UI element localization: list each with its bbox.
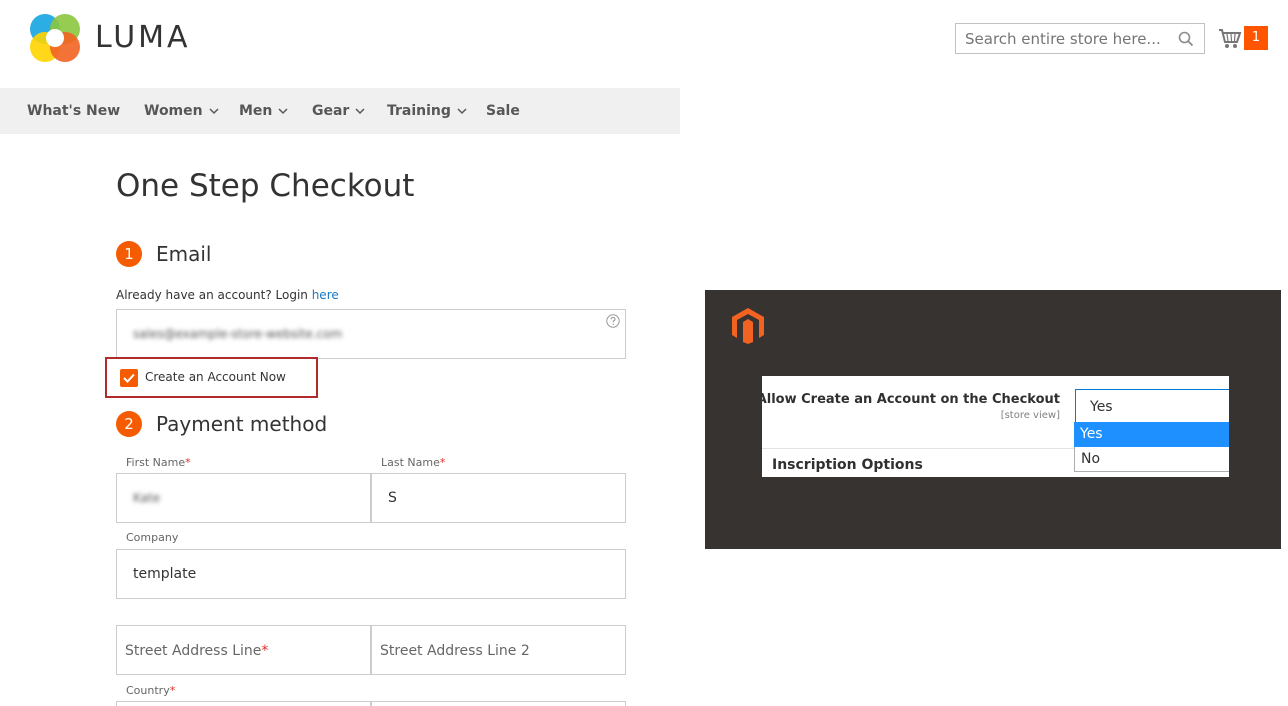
step-badge: 2 (116, 411, 142, 437)
scope-label: [store view] (1000, 410, 1060, 421)
last-name-value: S (388, 490, 397, 506)
cart-count-badge[interactable]: 1 (1244, 26, 1268, 50)
street-line-1-field[interactable]: Street Address Line* (116, 625, 371, 675)
main-nav: What's New Women Men Gear Training Sale (0, 88, 680, 134)
last-name-label-text: Last Name (381, 456, 440, 469)
create-account-label[interactable]: Create an Account Now (145, 370, 286, 384)
admin-config-panel: Allow Create an Account on the Checkout … (705, 290, 1281, 549)
nav-item-label: Women (144, 103, 203, 119)
street-line-2-field[interactable]: Street Address Line 2 (371, 625, 626, 675)
chevron-down-icon (209, 108, 219, 115)
admin-config-card: Allow Create an Account on the Checkout … (762, 376, 1229, 477)
nav-item-women[interactable]: Women (144, 103, 219, 119)
chevron-down-icon (355, 108, 365, 115)
help-icon[interactable] (606, 314, 620, 328)
nav-item-label: Training (387, 103, 451, 119)
selected-value: Yes (1090, 399, 1113, 415)
nav-item-label: Sale (486, 103, 520, 119)
nav-item-gear[interactable]: Gear (312, 103, 365, 119)
option-yes[interactable]: Yes (1074, 422, 1229, 447)
country-field[interactable] (116, 701, 371, 706)
allow-create-account-label: Allow Create an Account on the Checkout (762, 392, 1060, 407)
logo-text[interactable]: LUMA (95, 20, 191, 55)
chevron-down-icon (278, 108, 288, 115)
required-mark: * (261, 643, 269, 659)
required-mark: * (185, 456, 191, 469)
luma-logo-icon[interactable] (28, 12, 82, 64)
nav-item-training[interactable]: Training (387, 103, 467, 119)
last-name-label: Last Name* (381, 456, 445, 469)
email-field[interactable]: sales@example-store-website.com (116, 309, 626, 359)
email-value: sales@example-store-website.com (133, 327, 343, 341)
required-mark: * (439, 456, 446, 469)
checkmark-icon (123, 373, 135, 383)
first-name-label: First Name* (126, 456, 191, 469)
region-field[interactable] (371, 701, 626, 706)
nav-item-label: Gear (312, 103, 350, 119)
search-box[interactable] (955, 23, 1205, 54)
street-line-1-text: Street Address Line (125, 643, 262, 659)
site-header: LUMA 1 (0, 0, 1288, 88)
section-heading[interactable]: Inscription Options (772, 457, 923, 473)
nav-item-men[interactable]: Men (239, 103, 288, 119)
login-prompt-text: Already have an account? Login (116, 288, 312, 302)
first-name-label-text: First Name (126, 456, 186, 469)
login-prompt: Already have an account? Login here (116, 288, 339, 302)
option-no[interactable]: No (1074, 447, 1229, 472)
country-label-text: Country (126, 684, 170, 697)
first-name-field[interactable]: Kate (116, 473, 371, 523)
page-title: One Step Checkout (116, 168, 415, 204)
nav-item-whats-new[interactable]: What's New (27, 103, 120, 119)
search-icon[interactable] (1178, 31, 1194, 47)
nav-item-label: What's New (27, 103, 121, 119)
login-link[interactable]: here (312, 288, 339, 302)
cart-icon[interactable] (1218, 26, 1242, 50)
street-line-2-placeholder: Street Address Line 2 (380, 643, 530, 659)
street-line-1-placeholder: Street Address Line* (125, 643, 268, 659)
magento-logo-icon (732, 308, 764, 344)
last-name-field[interactable]: S (371, 473, 626, 523)
step-badge: 1 (116, 241, 142, 267)
allow-create-account-select[interactable]: Yes (1075, 389, 1229, 422)
step-title-email: Email (156, 242, 212, 266)
create-account-checkbox[interactable] (120, 369, 138, 387)
required-mark: * (169, 684, 176, 697)
search-input[interactable] (956, 24, 1166, 53)
divider (762, 448, 1074, 449)
step-title-payment: Payment method (156, 412, 328, 436)
chevron-down-icon (457, 108, 467, 115)
first-name-value: Kate (133, 491, 161, 505)
company-field[interactable]: template (116, 549, 626, 599)
nav-item-sale[interactable]: Sale (486, 103, 520, 119)
company-value: template (133, 566, 197, 582)
nav-item-label: Men (239, 103, 273, 119)
company-label: Company (126, 531, 179, 544)
country-label: Country* (126, 684, 175, 697)
